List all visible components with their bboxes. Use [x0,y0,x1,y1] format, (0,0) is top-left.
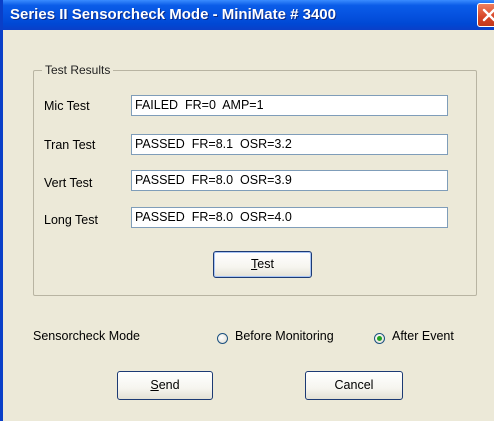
mic-test-result-field[interactable]: FAILED FR=0 AMP=1 [131,95,448,116]
test-results-legend: Test Results [42,63,114,77]
long-test-label: Long Test [44,213,98,227]
sensorcheck-mode-label: Sensorcheck Mode [33,329,141,343]
sensorcheck-dialog: Series II Sensorcheck Mode - MiniMate # … [0,0,494,421]
vert-test-result-field[interactable]: PASSED FR=8.0 OSR=3.9 [131,170,448,191]
window-title: Series II Sensorcheck Mode - MiniMate # … [10,6,336,23]
before-monitoring-label[interactable]: Before Monitoring [235,329,334,343]
after-event-radio[interactable] [374,333,385,344]
send-button-mnemonic: S [150,378,159,392]
after-event-label[interactable]: After Event [392,329,454,343]
send-button[interactable]: Send [117,371,213,400]
close-icon [482,8,494,22]
vert-test-label: Vert Test [44,176,93,190]
test-button[interactable]: Test [213,251,312,278]
send-button-label: end [158,378,180,392]
long-test-result-field[interactable]: PASSED FR=8.0 OSR=4.0 [131,207,448,228]
cancel-button[interactable]: Cancel [305,371,403,400]
title-bar[interactable]: Series II Sensorcheck Mode - MiniMate # … [3,0,494,30]
tran-test-label: Tran Test [44,138,96,152]
cancel-button-label: Cancel [334,378,374,392]
radio-selected-dot [377,336,382,341]
test-button-label: est [257,257,274,271]
close-button[interactable] [477,3,494,27]
before-monitoring-radio[interactable] [217,333,228,344]
mic-test-label: Mic Test [44,99,90,113]
tran-test-result-field[interactable]: PASSED FR=8.1 OSR=3.2 [131,134,448,155]
